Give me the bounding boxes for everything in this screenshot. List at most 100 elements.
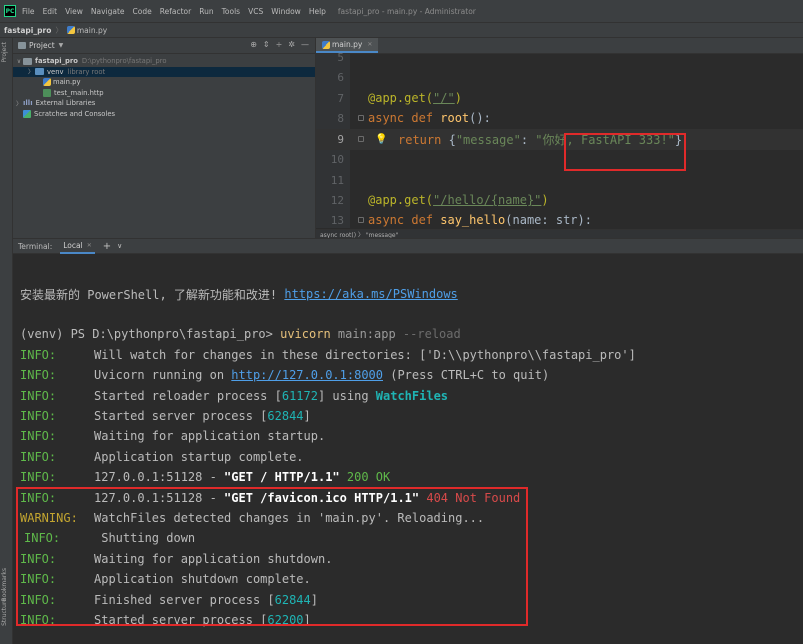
terminal-tab-label: Local — [63, 240, 83, 250]
lightbulb-icon[interactable]: 💡 — [375, 134, 387, 145]
menu-edit[interactable]: Edit — [43, 7, 58, 16]
tree-item-path: D:\pythonpro\fastapi_pro — [81, 57, 167, 66]
server-url-link[interactable]: http://127.0.0.1:8000 — [231, 368, 383, 382]
menu-refactor[interactable]: Refactor — [160, 7, 191, 16]
code-line: 7 @app.get("/") — [316, 88, 803, 109]
hide-icon[interactable]: — — [301, 40, 309, 49]
code-line: 11 — [316, 170, 803, 191]
scratches-icon — [23, 109, 31, 118]
tree-item-label: main.py — [53, 78, 81, 87]
code-line: 12 @app.get("/hello/{name}") — [316, 190, 803, 211]
menu-tools[interactable]: Tools — [222, 7, 240, 16]
code-text: async def say_hello(name: str): — [368, 213, 592, 228]
tree-item-external-libraries[interactable]: 〉 ıllı External Libraries — [13, 98, 315, 109]
terminal-line: INFO: Will watch for changes in these dir… — [20, 348, 636, 363]
terminal-line: INFO: Application startup complete. — [20, 450, 304, 465]
terminal-header: Terminal: Local ✕ + ∨ — [13, 238, 803, 254]
locate-icon[interactable]: ⊕ — [250, 40, 257, 49]
navigation-bar: fastapi_pro 〉 main.py — [0, 22, 803, 38]
terminal-line: INFO: Started reloader process [61172] us… — [20, 389, 449, 404]
menu-run[interactable]: Run — [199, 7, 213, 16]
window-title: fastapi_pro - main.py - Administrator — [337, 6, 476, 16]
folder-icon — [23, 57, 32, 65]
expand-all-icon[interactable]: ⇕ — [263, 40, 270, 49]
pycharm-logo-icon: PC — [4, 5, 16, 17]
code-line: 13 async def say_hello(name: str): — [316, 210, 803, 231]
tree-item-label: test_main.http — [54, 88, 104, 97]
nav-project[interactable]: fastapi_pro — [4, 26, 51, 35]
menu-window[interactable]: Window — [271, 7, 301, 16]
folder-icon — [35, 68, 44, 76]
terminal-line: 安装最新的 PowerShell, 了解新功能和改进! https://aka.… — [20, 287, 458, 302]
terminal-line: INFO: Started server process [62844] — [20, 409, 311, 424]
project-panel-header: Project ▼ ⊕ ⇕ ÷ ✲ — — [13, 38, 315, 54]
terminal-line: INFO: 127.0.0.1:51128 - "GET / HTTP/1.1" … — [20, 470, 391, 485]
expand-arrow-icon[interactable]: 〉 — [15, 99, 23, 108]
python-file-icon — [66, 26, 75, 34]
annotation-highlight-box — [16, 487, 528, 626]
project-panel: Project ▼ ⊕ ⇕ ÷ ✲ — ∨ fastapi_pro D:\pyt… — [13, 38, 316, 238]
code-text: async def root(): — [368, 111, 491, 126]
code-text: @app.get("/") — [368, 91, 462, 106]
bookmarks-tool-tab[interactable]: Bookmarks — [1, 568, 8, 602]
fold-icon[interactable] — [358, 115, 364, 122]
project-tool-tab[interactable]: Project — [1, 42, 8, 63]
expand-arrow-icon[interactable]: ∨ — [15, 58, 23, 65]
tree-item-label: venv — [47, 67, 64, 76]
code-line: 5 — [316, 47, 803, 68]
project-icon — [18, 42, 26, 49]
left-tool-strip: Project Bookmarks Structure — [0, 38, 13, 644]
project-tree: ∨ fastapi_pro D:\pythonpro\fastapi_pro 〉… — [13, 54, 315, 119]
project-view-selector[interactable]: Project — [29, 41, 55, 50]
fold-icon[interactable] — [358, 136, 364, 143]
menu-vcs[interactable]: VCS — [248, 7, 263, 16]
terminal-line: INFO: Uvicorn running on http://127.0.0.1… — [20, 368, 550, 383]
add-terminal-icon[interactable]: + — [103, 241, 111, 252]
line-number: 12 — [330, 193, 344, 207]
line-number: 5 — [337, 50, 344, 64]
terminal-label: Terminal: — [18, 241, 53, 251]
tree-item-hint: library root — [67, 67, 106, 76]
annotation-highlight-box — [564, 133, 686, 171]
collapse-all-icon[interactable]: ÷ — [276, 40, 283, 49]
line-number: 9 — [337, 132, 344, 146]
menu-navigate[interactable]: Navigate — [91, 7, 125, 16]
terminal-tab-local[interactable]: Local ✕ — [60, 239, 95, 254]
menu-help[interactable]: Help — [309, 7, 326, 16]
tree-item-scratches[interactable]: Scratches and Consoles — [13, 109, 315, 120]
nav-separator: 〉 — [55, 25, 63, 35]
expand-arrow-icon[interactable]: 〉 — [27, 67, 35, 76]
chevron-down-icon[interactable]: ▼ — [59, 42, 64, 49]
nav-file[interactable]: main.py — [77, 26, 107, 35]
terminal-line: INFO: Waiting for application startup. — [20, 429, 326, 444]
gear-icon[interactable]: ✲ — [288, 40, 295, 49]
tree-item-test-main-http[interactable]: test_main.http — [13, 88, 315, 99]
tree-item-label: Scratches and Consoles — [34, 109, 116, 118]
line-number: 7 — [337, 91, 344, 105]
line-number: 10 — [330, 152, 344, 166]
powershell-link[interactable]: https://aka.ms/PSWindows — [284, 287, 457, 301]
close-icon[interactable]: ✕ — [87, 242, 92, 249]
code-line: 6 — [316, 67, 803, 88]
menu-file[interactable]: File — [22, 7, 35, 16]
line-number: 6 — [337, 70, 344, 84]
chevron-down-icon[interactable]: ∨ — [117, 242, 122, 250]
line-number: 11 — [330, 173, 344, 187]
tree-item-label: External Libraries — [35, 99, 96, 108]
menu-code[interactable]: Code — [133, 7, 152, 16]
menu-bar: PC File Edit View Navigate Code Refactor… — [0, 0, 803, 22]
terminal-line: (venv) PS D:\pythonpro\fastapi_pro> uvic… — [20, 327, 461, 342]
code-text: @app.get("/hello/{name}") — [368, 193, 549, 208]
code-editor[interactable]: main.py ✕ 5 6 7 @app.get("/") 8 async de… — [316, 38, 803, 239]
line-number: 8 — [337, 111, 344, 125]
tree-item-label: fastapi_pro — [35, 57, 78, 66]
code-line: 8 async def root(): — [316, 108, 803, 129]
menu-view[interactable]: View — [65, 7, 83, 16]
structure-tool-tab[interactable]: Structure — [1, 598, 8, 626]
tree-item-venv[interactable]: 〉 venv library root — [13, 66, 315, 77]
tree-item-main-py[interactable]: main.py — [13, 77, 315, 88]
fold-icon[interactable] — [358, 217, 364, 224]
python-file-icon — [43, 78, 51, 87]
tree-item-fastapi-pro[interactable]: ∨ fastapi_pro D:\pythonpro\fastapi_pro — [13, 56, 315, 67]
code-breadcrumb[interactable]: async root() 〉 "message" — [316, 229, 803, 239]
